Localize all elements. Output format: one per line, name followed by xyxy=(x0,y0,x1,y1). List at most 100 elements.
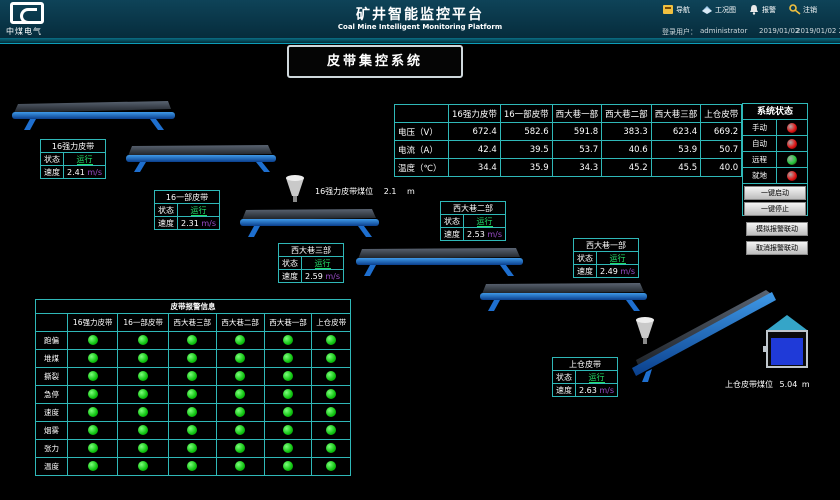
column-header: 16一部皮带 xyxy=(499,104,553,123)
coal-level-unit: m xyxy=(801,380,810,389)
alarm-ok-indicator-icon xyxy=(138,442,149,453)
belt-info-16-yibu: 16一部皮带 状态 运行 速度 2.31 m/s xyxy=(153,190,221,230)
speed-value: 2.31 xyxy=(181,218,199,228)
alarm-table-title: 皮带报警信息 xyxy=(35,299,351,314)
table-corner xyxy=(394,104,449,123)
navigation-icon xyxy=(662,4,674,15)
alarm-row-label: 撕裂 xyxy=(35,367,68,386)
status-label: 状态 xyxy=(278,256,302,270)
table-cell: 34.4 xyxy=(448,158,501,177)
hopper-16-icon xyxy=(286,175,304,202)
table-row: 张力 xyxy=(35,439,351,458)
current-datetime: 2019/01/02 21 xyxy=(796,27,840,35)
start-all-button[interactable]: 一键启动 xyxy=(744,186,806,200)
alarm-ok-indicator-icon xyxy=(138,460,149,471)
alarm-ok-indicator-icon xyxy=(187,352,198,363)
status-label: 状态 xyxy=(154,203,178,217)
column-header: 16一部皮带 xyxy=(117,313,169,332)
speed-unit: m/s xyxy=(599,385,615,395)
system-status-title: 系统状态 xyxy=(743,104,807,120)
table-cell: 591.8 xyxy=(551,122,603,141)
alarm-ok-indicator-icon xyxy=(87,406,98,417)
alarm-ok-indicator-icon xyxy=(326,334,337,345)
status-value: 运行 xyxy=(190,205,207,216)
alarm-ok-indicator-icon xyxy=(235,370,246,381)
nav-logout-button[interactable]: 注销 xyxy=(789,4,817,15)
belt-info-xidaxiang-1: 西大巷一部 状态 运行 速度 2.49 m/s xyxy=(572,238,640,278)
belt-info-upper: 上仓皮带 状态 运行 速度 2.63 m/s xyxy=(551,357,619,397)
column-header: 西大巷一部 xyxy=(263,313,313,332)
coal-silo-icon xyxy=(763,315,808,368)
table-cell: 45.2 xyxy=(601,158,652,177)
table-cell: 45.5 xyxy=(650,158,702,177)
coal-level-upper: 上仓皮带煤位 5.04 m xyxy=(725,379,810,390)
alarm-ok-indicator-icon xyxy=(138,406,149,417)
alarm-ok-indicator-icon xyxy=(326,424,337,435)
nav-alarm-button[interactable]: 报警 xyxy=(748,4,776,15)
coal-level-label: 16强力皮带煤位 xyxy=(315,187,374,196)
table-cell: 672.4 xyxy=(448,122,501,141)
alarm-ok-indicator-icon xyxy=(87,352,98,363)
nav-diagram-label: 工况图 xyxy=(715,5,736,14)
speed-value: 2.49 xyxy=(600,266,618,276)
status-label: 就地 xyxy=(743,168,777,183)
belt-name: 16一部皮带 xyxy=(153,190,221,204)
login-user-name: administrator xyxy=(700,27,748,35)
status-value: 运行 xyxy=(609,253,626,264)
alarm-ok-indicator-icon xyxy=(138,370,149,381)
status-row-remote: 远程 xyxy=(743,152,807,168)
coal-level-value: 5.04 xyxy=(779,380,798,389)
alarm-ok-indicator-icon xyxy=(326,460,337,471)
company-logo: 中煤电气 xyxy=(4,2,50,38)
status-lamp-icon xyxy=(787,122,797,133)
alarm-ok-indicator-icon xyxy=(187,334,198,345)
coal-level-label: 上仓皮带煤位 xyxy=(725,380,773,389)
alarm-ok-indicator-icon xyxy=(282,442,293,453)
alarm-ok-indicator-icon xyxy=(235,388,246,399)
alarm-ok-indicator-icon xyxy=(87,334,98,345)
diagram-icon xyxy=(701,4,713,15)
system-status-panel: 系统状态 手动 自动 远程 就地 一键启动 一键停止 xyxy=(742,103,808,216)
alarm-ok-indicator-icon xyxy=(235,334,246,345)
status-value: 运行 xyxy=(314,258,331,269)
table-row: 速度 xyxy=(35,403,351,422)
alarm-ok-indicator-icon xyxy=(326,352,337,363)
speed-label: 速度 xyxy=(278,269,302,283)
column-header: 西大巷二部 xyxy=(215,313,265,332)
table-cell: 39.5 xyxy=(499,140,553,159)
table-row: 堆煤 xyxy=(35,349,351,368)
table-cell: 669.2 xyxy=(700,122,743,141)
speed-value: 2.63 xyxy=(579,385,597,395)
electrical-data-table: 16强力皮带 16一部皮带 西大巷一部 西大巷二部 西大巷三部 上仓皮带 电压（… xyxy=(394,104,743,177)
nav-logout-label: 注销 xyxy=(803,5,817,14)
belt-xidaxiang-1-conveyor xyxy=(480,283,647,311)
alarm-ok-indicator-icon xyxy=(187,442,198,453)
table-row: 温度 xyxy=(35,457,351,476)
alarm-row-label: 急停 xyxy=(35,385,68,404)
simulate-alarm-button[interactable]: 模拟报警联动 xyxy=(746,222,808,236)
belt-16-yibu-conveyor xyxy=(126,145,276,172)
table-cell: 42.4 xyxy=(448,140,501,159)
cancel-alarm-button[interactable]: 取消报警联动 xyxy=(746,241,808,255)
logout-key-icon xyxy=(789,4,801,15)
login-user-label: 登录用户： xyxy=(662,28,697,36)
status-label: 状态 xyxy=(40,152,64,166)
belt-upper-inclined-conveyor xyxy=(632,290,776,382)
status-row-manual: 手动 xyxy=(743,120,807,136)
page-title: 皮带集控系统 xyxy=(287,45,463,78)
nav-navigation-button[interactable]: 导航 xyxy=(662,4,690,15)
nav-diagram-button[interactable]: 工况图 xyxy=(701,4,736,15)
alarm-ok-indicator-icon xyxy=(282,424,293,435)
alarm-ok-indicator-icon xyxy=(326,388,337,399)
alarm-ok-indicator-icon xyxy=(282,460,293,471)
speed-unit: m/s xyxy=(87,167,103,177)
alarm-ok-indicator-icon xyxy=(187,388,198,399)
status-lamp-icon xyxy=(787,154,797,165)
alarm-row-label: 跑偏 xyxy=(35,331,68,350)
belt-info-16-qiangli: 16强力皮带 状态 运行 速度 2.41 m/s xyxy=(39,139,107,179)
app-subtitle: Coal Mine Intelligent Monitoring Platfor… xyxy=(337,23,503,31)
belt-info-xidaxiang-3: 西大巷三部 状态 运行 速度 2.59 m/s xyxy=(277,243,345,283)
belt-info-xidaxiang-2: 西大巷二部 状态 运行 速度 2.53 m/s xyxy=(439,201,507,241)
alarm-ok-indicator-icon xyxy=(187,460,198,471)
stop-all-button[interactable]: 一键停止 xyxy=(744,202,806,216)
